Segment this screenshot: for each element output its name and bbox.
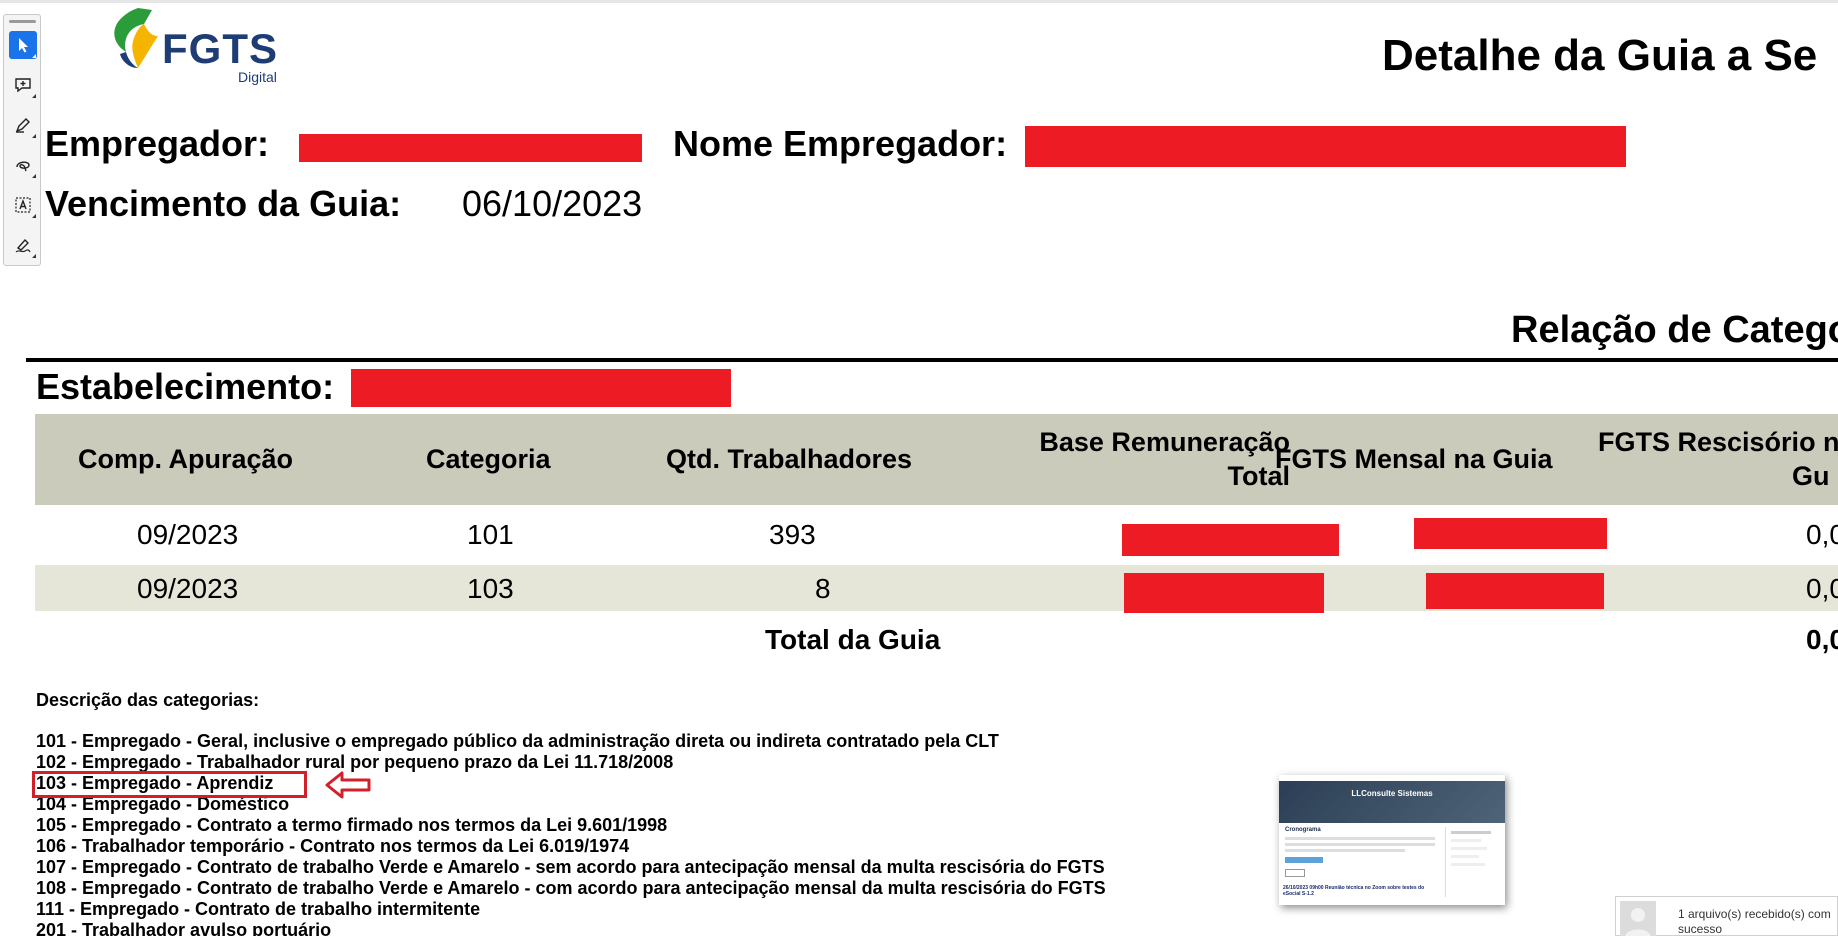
empregador-label: Empregador:	[45, 123, 270, 164]
cell-fgts-mensal-redaction	[1426, 573, 1604, 609]
section-divider	[26, 358, 1838, 362]
annotation-highlight-box[interactable]	[32, 771, 307, 798]
freehand-icon	[16, 161, 30, 172]
section-title: Relação de Catego	[1511, 309, 1838, 351]
pen-icon	[15, 118, 30, 133]
col-fgts-rescisorio: FGTS Rescisório n	[1598, 427, 1838, 457]
empregador-redaction	[299, 134, 642, 162]
toast-message: 1 arquivo(s) recebido(s) com sucesso	[1678, 907, 1831, 936]
page-title: Detalhe da Guia a Se	[1382, 31, 1818, 80]
upload-toast[interactable]: 1 arquivo(s) recebido(s) com sucesso	[1615, 896, 1838, 936]
toolbar-grip[interactable]	[9, 20, 36, 23]
user-avatar-icon	[1620, 901, 1656, 936]
table-header: Comp. Apuração Categoria Qtd. Trabalhado…	[35, 414, 1838, 505]
estabelecimento-redaction	[351, 369, 731, 407]
logo-subtitle: Digital	[238, 69, 277, 85]
thumbnail-title: LLConsulte Sistemas	[1351, 789, 1433, 798]
thumbnail-banner	[1279, 781, 1505, 823]
cell-qtd: 8	[815, 573, 831, 604]
col-fgts-mensal: FGTS Mensal na Guia	[1275, 444, 1553, 474]
text-tool-button[interactable]	[9, 191, 37, 219]
text-box-icon	[15, 197, 31, 213]
nome-empregador-label: Nome Empregador:	[673, 123, 1008, 164]
categoria-item: 108 - Empregado - Contrato de trabalho V…	[36, 878, 1106, 898]
col-base-remuneracao: Base Remuneração	[1039, 427, 1290, 457]
screen: FGTS Digital Detalhe da Guia a Se Empreg…	[0, 0, 1838, 936]
comment-add-icon	[15, 78, 31, 93]
col-base-remuneracao-total: Total	[1227, 461, 1291, 491]
annotation-arrow-icon[interactable]	[324, 769, 372, 801]
cell-rescisorio: 0,0	[1806, 573, 1838, 604]
comment-tool-button[interactable]	[9, 71, 37, 99]
cell-comp: 09/2023	[137, 573, 239, 604]
categoria-item: 101 - Empregado - Geral, inclusive o emp…	[36, 731, 999, 751]
highlight-tool-button[interactable]	[9, 111, 37, 139]
table-row: 09/2023 101 393 0,0	[35, 505, 1838, 565]
cell-base-redaction	[1122, 524, 1339, 556]
draw-tool-button[interactable]	[9, 151, 37, 179]
signature-icon	[15, 238, 31, 253]
pointer-icon	[19, 38, 28, 53]
vencimento-label: Vencimento da Guia:	[45, 183, 402, 224]
cell-rescisorio: 0,0	[1806, 519, 1838, 550]
categoria-item: 111 - Empregado - Contrato de trabalho i…	[36, 899, 481, 919]
categoria-item: 105 - Empregado - Contrato a termo firma…	[36, 815, 668, 835]
cell-comp: 09/2023	[137, 519, 239, 550]
logo-wordmark: FGTS	[162, 25, 278, 72]
total-rescisorio: 0,0	[1806, 624, 1838, 655]
screenshot-thumbnail[interactable]: LLConsulte Sistemas Cronograma 26/10/202…	[1279, 775, 1505, 905]
col-fgts-rescisorio-2: Gu	[1792, 461, 1830, 491]
cell-qtd: 393	[769, 519, 816, 550]
top-border	[0, 0, 1838, 3]
categoria-item: 107 - Empregado - Contrato de trabalho V…	[36, 857, 1105, 877]
descricao-title: Descrição das categorias:	[36, 690, 260, 710]
sign-tool-button[interactable]	[9, 231, 37, 259]
cell-categoria: 101	[467, 519, 514, 550]
fgts-logo-mark	[114, 8, 158, 68]
thumbnail-caption: 26/10/2023 09h00 Reunião técnica no Zoom…	[1283, 885, 1425, 897]
categoria-item: 106 - Trabalhador temporário - Contrato …	[36, 836, 630, 856]
fgts-logo: FGTS Digital	[108, 6, 298, 86]
nome-empregador-redaction	[1025, 126, 1626, 167]
total-label: Total da Guia	[765, 624, 941, 655]
categoria-item: 201 - Trabalhador avulso portuário	[36, 920, 332, 936]
cell-categoria: 103	[467, 573, 514, 604]
select-tool-button[interactable]	[9, 31, 37, 59]
estabelecimento-label: Estabelecimento:	[36, 366, 335, 407]
col-comp-apuracao: Comp. Apuração	[78, 444, 294, 474]
table-row: 09/2023 103 8 0,0	[35, 565, 1838, 613]
col-categoria: Categoria	[426, 444, 551, 474]
vencimento-value: 06/10/2023	[462, 183, 643, 224]
annotation-toolbar	[3, 14, 41, 266]
cell-fgts-mensal-redaction	[1414, 518, 1607, 549]
thumbnail-heading: Cronograma	[1285, 827, 1321, 833]
col-qtd-trabalhadores: Qtd. Trabalhadores	[666, 444, 913, 474]
cell-base-redaction	[1124, 573, 1324, 613]
